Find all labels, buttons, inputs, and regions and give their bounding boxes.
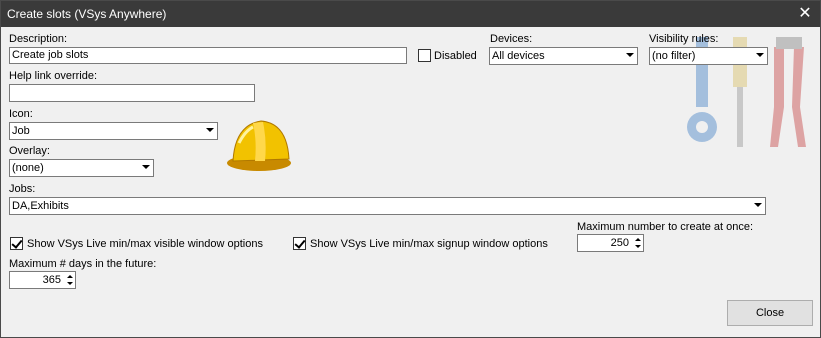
visible-window-options-label: Show VSys Live min/max visible window op… bbox=[27, 238, 263, 250]
jobs-value: DA,Exhibits bbox=[12, 200, 69, 212]
window-title: Create slots (VSys Anywhere) bbox=[7, 7, 167, 21]
dialog-body: Description: Create job slots Disabled D… bbox=[1, 27, 820, 337]
description-label: Description: bbox=[9, 33, 68, 45]
max-create-spinner[interactable]: 250 bbox=[577, 234, 644, 252]
disabled-checkbox[interactable] bbox=[418, 49, 431, 62]
max-create-value: 250 bbox=[610, 237, 629, 249]
overlay-label: Overlay: bbox=[9, 145, 50, 157]
signup-window-options-checkbox[interactable] bbox=[293, 237, 306, 250]
icon-label: Icon: bbox=[9, 108, 33, 120]
max-days-value: 365 bbox=[42, 274, 61, 286]
signup-window-options-label: Show VSys Live min/max signup window opt… bbox=[310, 238, 548, 250]
visibility-rules-value: (no filter) bbox=[652, 50, 696, 62]
chevron-down-icon bbox=[754, 203, 762, 207]
jobs-select[interactable]: DA,Exhibits bbox=[9, 197, 766, 215]
chevron-down-icon bbox=[206, 128, 214, 132]
max-days-spinner[interactable]: 365 bbox=[9, 271, 76, 289]
visible-window-options-checkbox[interactable] bbox=[10, 237, 23, 250]
hard-hat-icon bbox=[227, 120, 291, 171]
chevron-down-icon bbox=[142, 165, 150, 169]
chevron-down-icon bbox=[626, 53, 634, 57]
max-days-label: Maximum # days in the future: bbox=[9, 258, 157, 270]
spinner-icon[interactable] bbox=[635, 245, 641, 248]
close-icon[interactable]: ✕ bbox=[790, 1, 820, 27]
max-create-label: Maximum number to create at once: bbox=[577, 221, 754, 233]
spinner-icon[interactable] bbox=[67, 282, 73, 285]
chevron-down-icon bbox=[756, 53, 764, 57]
close-button[interactable]: Close bbox=[727, 300, 813, 326]
title-bar: Create slots (VSys Anywhere) ✕ bbox=[1, 1, 820, 27]
visibility-rules-select[interactable]: (no filter) bbox=[649, 47, 768, 65]
devices-select[interactable]: All devices bbox=[489, 47, 638, 65]
help-link-field[interactable] bbox=[9, 84, 255, 102]
disabled-label: Disabled bbox=[434, 50, 477, 62]
devices-label: Devices: bbox=[490, 33, 533, 45]
spinner-icon[interactable] bbox=[635, 238, 641, 241]
jobs-label: Jobs: bbox=[9, 183, 36, 195]
devices-value: All devices bbox=[492, 50, 545, 62]
overlay-select[interactable]: (none) bbox=[9, 159, 154, 177]
overlay-value: (none) bbox=[12, 162, 44, 174]
visibility-rules-label: Visibility rules: bbox=[649, 33, 719, 45]
description-field[interactable]: Create job slots bbox=[9, 47, 407, 64]
help-link-label: Help link override: bbox=[9, 70, 98, 82]
spinner-icon[interactable] bbox=[67, 275, 73, 278]
icon-value: Job bbox=[12, 125, 30, 137]
icon-select[interactable]: Job bbox=[9, 122, 218, 140]
create-slots-dialog: Create slots (VSys Anywhere) ✕ Descripti… bbox=[0, 0, 821, 338]
